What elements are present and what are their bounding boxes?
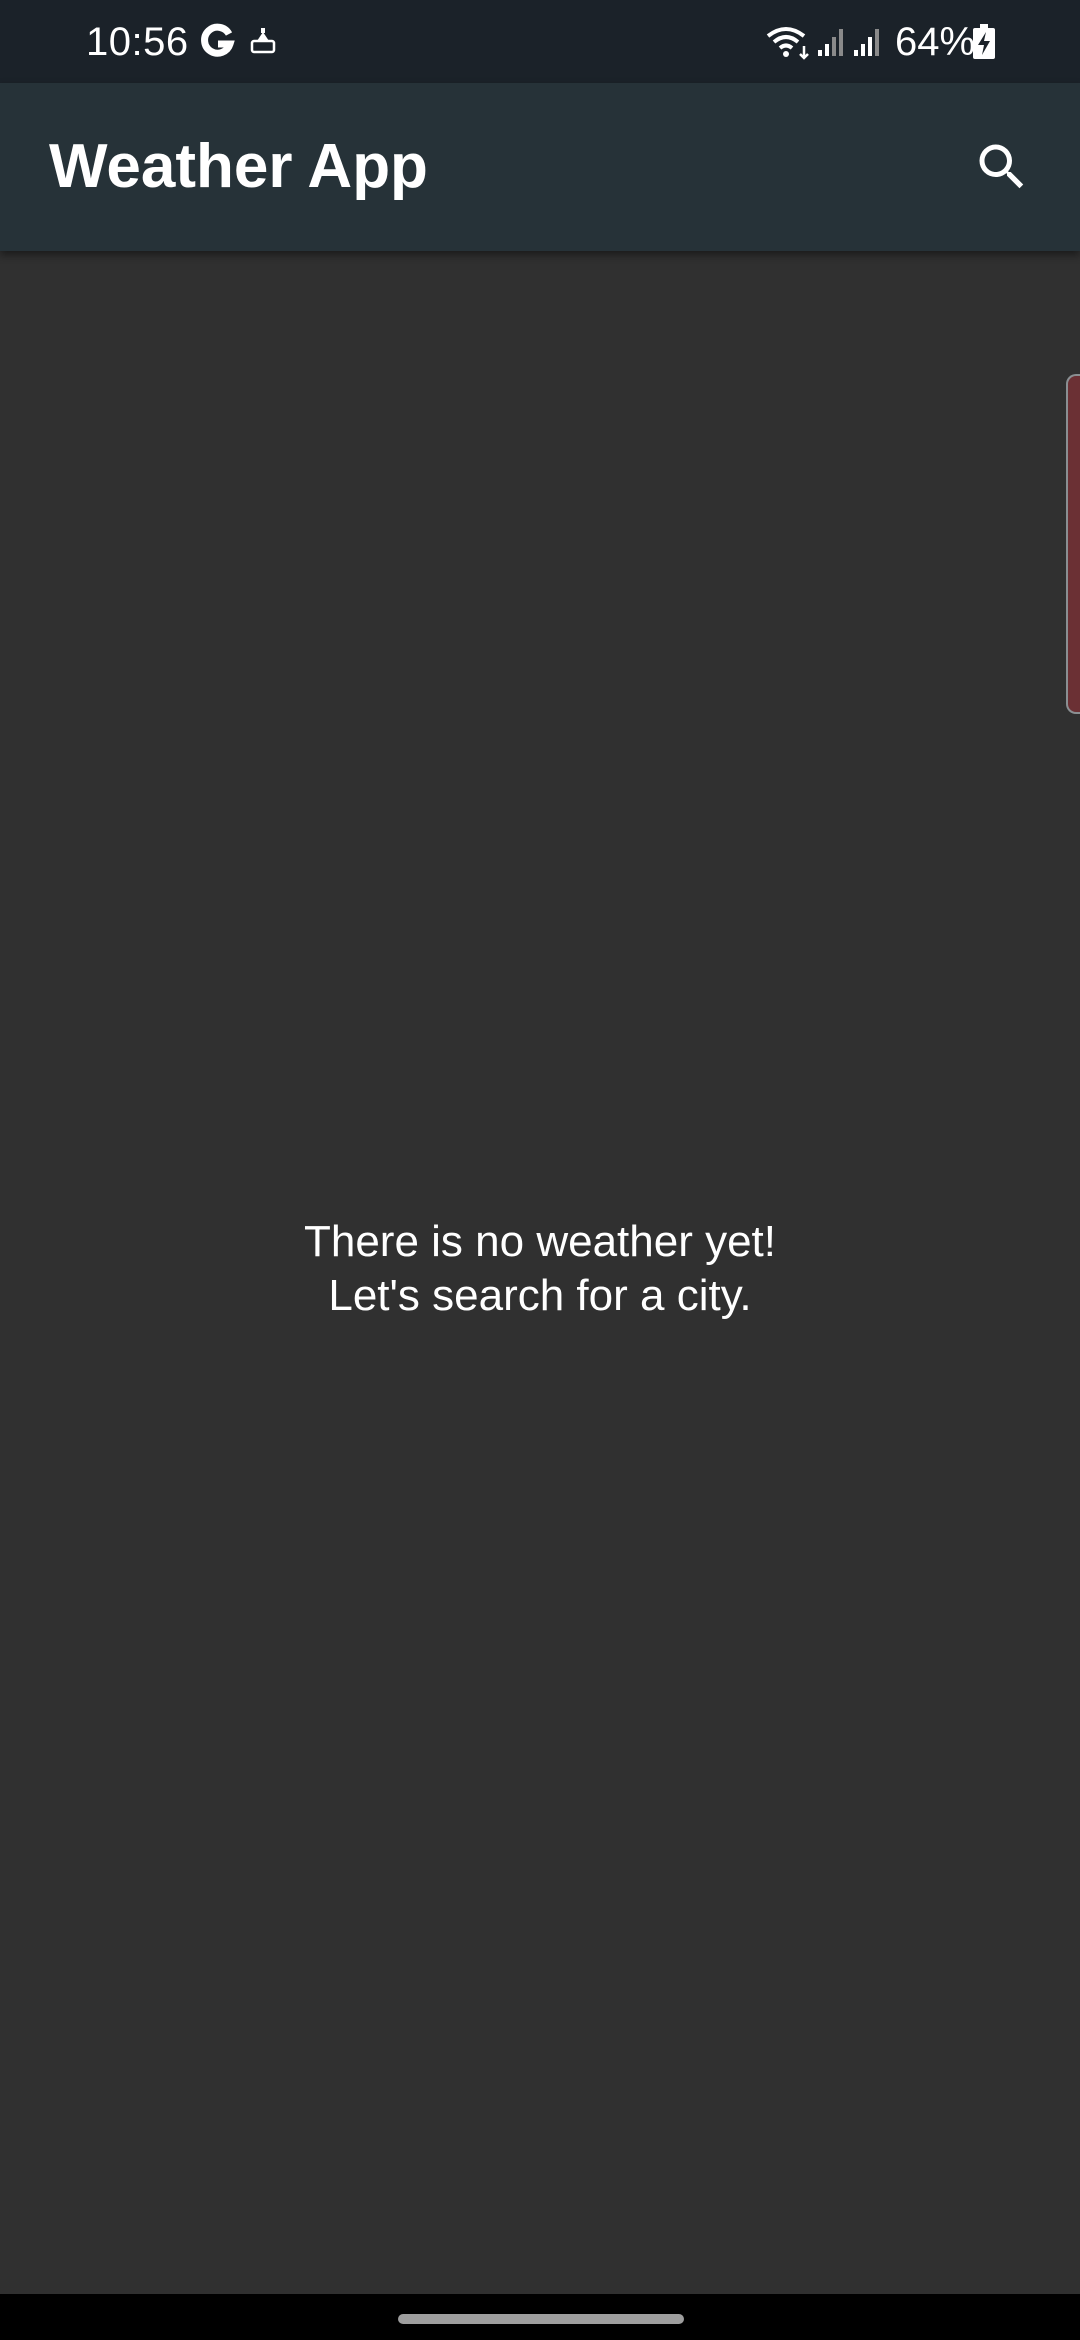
empty-state-line-1: There is no weather yet!: [303, 1217, 776, 1266]
page-title: Weather App: [49, 132, 428, 201]
empty-state-line-2: Let's search for a city.: [328, 1271, 752, 1320]
search-icon: [979, 144, 1024, 189]
wifi-icon: [766, 27, 809, 60]
home-indicator[interactable]: [398, 2314, 684, 2324]
navigation-bar: [0, 2294, 1080, 2340]
notification-icon: [250, 28, 276, 54]
screen: 10:56 64% Weather App There is no weathe…: [0, 0, 1080, 2340]
search-button[interactable]: [966, 131, 1038, 203]
status-time: 10:56: [86, 20, 189, 64]
signal-icon: [818, 29, 843, 56]
battery-charging-icon: [973, 24, 995, 59]
google-g-icon: [201, 23, 235, 57]
empty-state-message: There is no weather yet! Let's search fo…: [0, 1215, 1080, 1323]
app-bar: Weather App: [0, 83, 1080, 251]
status-bar: 10:56 64%: [0, 0, 1080, 83]
battery-percent: 64%: [895, 20, 976, 64]
edge-panel-handle[interactable]: [1066, 374, 1080, 714]
signal-icon: [854, 29, 879, 56]
